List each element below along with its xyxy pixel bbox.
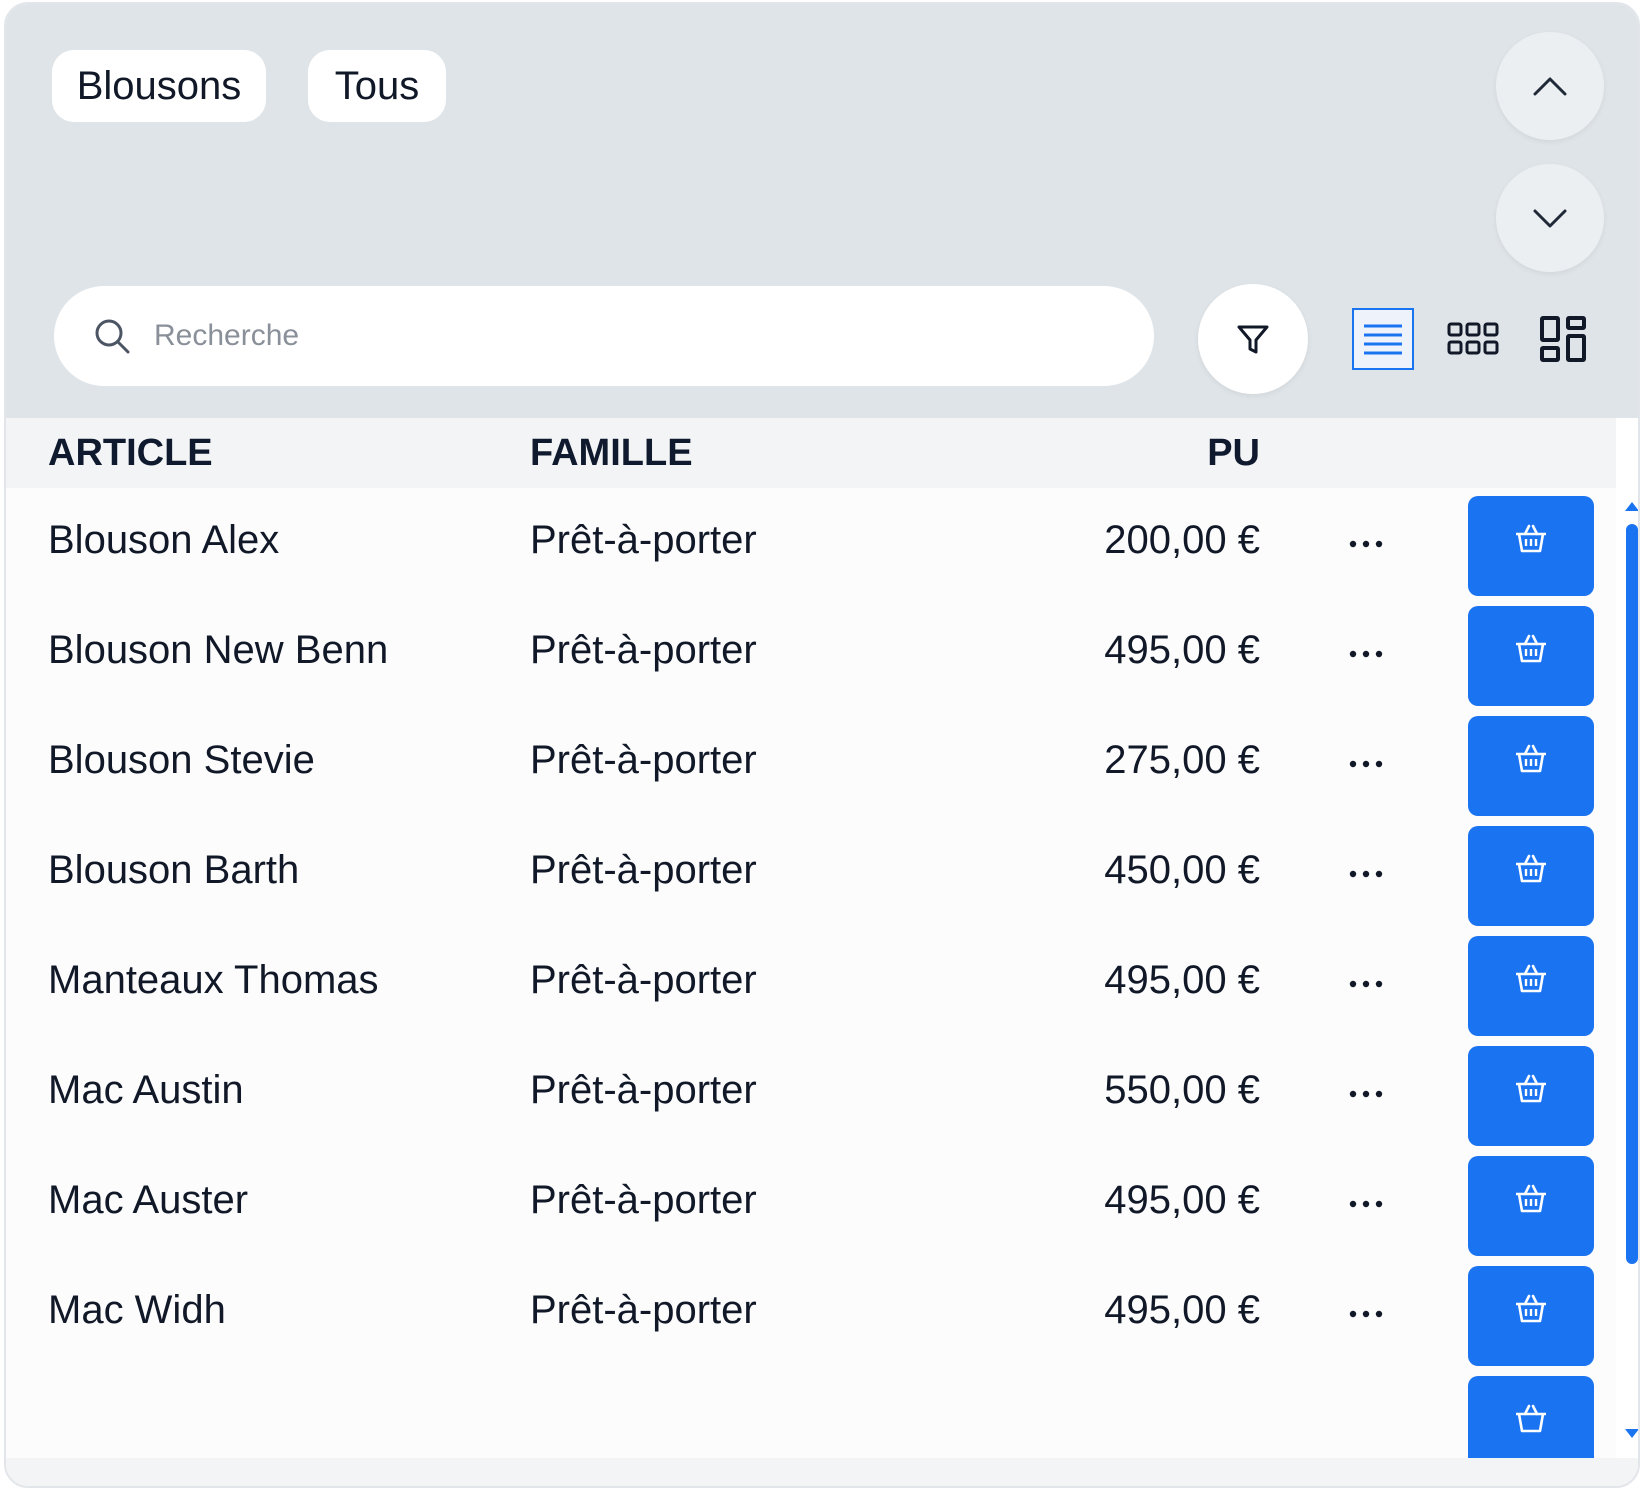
add-to-basket-button[interactable] <box>1468 936 1594 1036</box>
scrollbar-up-arrow[interactable] <box>1624 500 1640 512</box>
cell-famille: Prêt-à-porter <box>530 1178 757 1222</box>
cell-article: Mac Widh <box>48 1288 226 1332</box>
basket-icon <box>1516 1404 1546 1433</box>
more-dots-icon <box>1349 1200 1383 1208</box>
more-button[interactable] <box>1336 854 1396 894</box>
table-body: Blouson Alex Prêt-à-porter 200,00 € Blou… <box>6 488 1616 1458</box>
basket-icon <box>1516 744 1546 773</box>
basket-icon <box>1516 524 1546 553</box>
more-button[interactable] <box>1336 1294 1396 1334</box>
cell-pu: 495,00 € <box>1104 958 1260 1002</box>
basket-icon <box>1516 854 1546 883</box>
mosaic-view-button[interactable] <box>1532 308 1594 370</box>
table-row[interactable]: Blouson Stevie Prêt-à-porter 275,00 € <box>6 708 1616 824</box>
search-input[interactable] <box>154 306 1114 366</box>
chevron-down-icon <box>1533 209 1567 228</box>
add-to-basket-button[interactable] <box>1468 1156 1594 1256</box>
basket-icon <box>1516 1294 1546 1323</box>
cell-pu: 275,00 € <box>1104 738 1260 782</box>
cell-article: Blouson Barth <box>48 848 300 892</box>
table-row-partial[interactable] <box>6 1368 1616 1458</box>
add-to-basket-button[interactable] <box>1468 1046 1594 1146</box>
add-to-basket-button[interactable] <box>1468 1266 1594 1366</box>
cell-pu: 550,00 € <box>1104 1068 1260 1112</box>
cell-article: Blouson New Benn <box>48 628 389 672</box>
bottom-bar <box>6 1458 1638 1486</box>
chip-category[interactable]: Blousons <box>52 50 266 122</box>
add-to-basket-button[interactable] <box>1468 826 1594 926</box>
table-row[interactable]: Mac Austin Prêt-à-porter 550,00 € <box>6 1038 1616 1154</box>
scroll-up-button[interactable] <box>1496 32 1604 140</box>
more-dots-icon <box>1349 1090 1383 1098</box>
more-dots-icon <box>1349 980 1383 988</box>
cell-article: Mac Auster <box>48 1178 249 1222</box>
filter-icon <box>1237 325 1269 354</box>
search-icon <box>95 319 130 354</box>
list-view-icon <box>1364 324 1402 355</box>
cell-article: Mac Austin <box>48 1068 244 1112</box>
table-row[interactable]: Blouson New Benn Prêt-à-porter 495,00 € <box>6 598 1616 714</box>
more-dots-icon <box>1349 540 1383 548</box>
chip-all[interactable]: Tous <box>308 50 446 122</box>
scroll-down-button[interactable] <box>1496 164 1604 272</box>
chevron-up-icon <box>1533 77 1567 96</box>
toolbar-panel: Blousons Tous <box>6 4 1638 418</box>
more-dots-icon <box>1349 760 1383 768</box>
table-row[interactable]: Manteaux Thomas Prêt-à-porter 495,00 € <box>6 928 1616 1044</box>
basket-icon <box>1516 634 1546 663</box>
table-header: ARTICLE FAMILLE PU <box>6 418 1616 488</box>
column-header-famille[interactable]: FAMILLE <box>530 432 693 475</box>
add-to-basket-button[interactable] <box>1468 1376 1594 1458</box>
cell-article: Blouson Alex <box>48 518 280 562</box>
mosaic-view-icon <box>1540 316 1586 362</box>
cell-pu: 495,00 € <box>1104 1288 1260 1332</box>
table-row[interactable]: Mac Auster Prêt-à-porter 495,00 € <box>6 1148 1616 1264</box>
chip-all-label: Tous <box>334 63 420 108</box>
search-box <box>54 286 1154 386</box>
column-header-article[interactable]: ARTICLE <box>48 432 213 475</box>
chip-category-label: Blousons <box>76 63 242 108</box>
cell-pu: 200,00 € <box>1104 518 1260 562</box>
more-button[interactable] <box>1336 524 1396 564</box>
more-button[interactable] <box>1336 1074 1396 1114</box>
column-header-pu[interactable]: PU <box>1160 432 1260 475</box>
more-button[interactable] <box>1336 1184 1396 1224</box>
add-to-basket-button[interactable] <box>1468 606 1594 706</box>
basket-icon <box>1516 1074 1546 1103</box>
basket-icon <box>1516 964 1546 993</box>
list-view-button[interactable] <box>1352 308 1414 370</box>
more-dots-icon <box>1349 1310 1383 1318</box>
cell-pu: 450,00 € <box>1104 848 1260 892</box>
cell-famille: Prêt-à-porter <box>530 518 757 562</box>
cell-famille: Prêt-à-porter <box>530 628 757 672</box>
cell-pu: 495,00 € <box>1104 1178 1260 1222</box>
basket-icon <box>1516 1184 1546 1213</box>
cell-famille: Prêt-à-porter <box>530 1068 757 1112</box>
more-button[interactable] <box>1336 634 1396 674</box>
grid-view-button[interactable] <box>1442 308 1504 370</box>
more-dots-icon <box>1349 870 1383 878</box>
cell-pu: 495,00 € <box>1104 628 1260 672</box>
add-to-basket-button[interactable] <box>1468 716 1594 816</box>
article-list-panel: Blousons Tous Recherche ARTICLE FAMILLE … <box>4 2 1640 1488</box>
cell-famille: Prêt-à-porter <box>530 848 757 892</box>
scrollbar-down-arrow[interactable] <box>1624 1428 1640 1440</box>
more-dots-icon <box>1349 650 1383 658</box>
table-row[interactable]: Blouson Barth Prêt-à-porter 450,00 € <box>6 818 1616 934</box>
add-to-basket-button[interactable] <box>1468 496 1594 596</box>
cell-famille: Prêt-à-porter <box>530 958 757 1002</box>
scrollbar-thumb[interactable] <box>1626 524 1638 1264</box>
grid-view-icon <box>1447 322 1499 355</box>
more-button[interactable] <box>1336 964 1396 1004</box>
cell-famille: Prêt-à-porter <box>530 738 757 782</box>
cell-famille: Prêt-à-porter <box>530 1288 757 1332</box>
filter-button[interactable] <box>1198 284 1308 394</box>
more-button[interactable] <box>1336 744 1396 784</box>
cell-article: Manteaux Thomas <box>48 958 379 1002</box>
table-row[interactable]: Mac Widh Prêt-à-porter 495,00 € <box>6 1258 1616 1374</box>
cell-article: Blouson Stevie <box>48 738 315 782</box>
table-row[interactable]: Blouson Alex Prêt-à-porter 200,00 € <box>6 488 1616 604</box>
